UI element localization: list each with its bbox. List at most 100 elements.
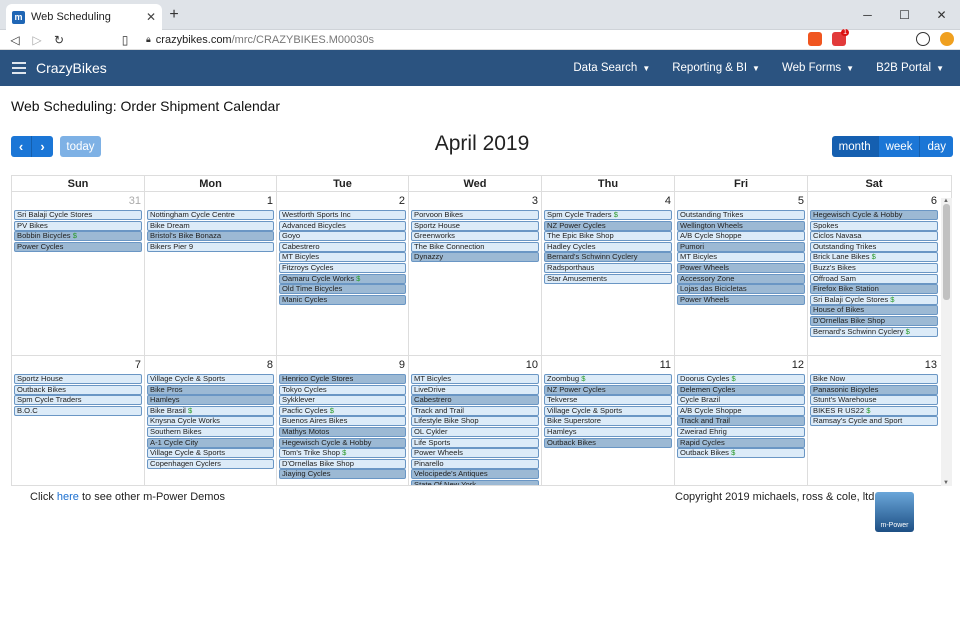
calendar-event[interactable]: Star Amusements — [544, 273, 672, 284]
day-cell[interactable]: 9 Henrico Cycle Stores Tokyo Cycles Sykklev… — [277, 356, 409, 485]
calendar-event[interactable]: Hamleys — [147, 395, 274, 406]
calendar-event[interactable]: B.O.C — [14, 405, 142, 416]
calendar-event[interactable]: Delemen Cycles — [677, 384, 805, 395]
calendar-event[interactable]: Zoombug $ — [544, 374, 672, 384]
calendar-event[interactable]: NZ Power Cycles — [544, 220, 672, 231]
next-month-button[interactable]: › — [32, 136, 53, 157]
calendar-event[interactable]: Fitzroys Cycles — [279, 262, 406, 273]
calendar-event[interactable]: A-1 Cycle City — [147, 437, 274, 448]
calendar-event[interactable]: Stunt's Warehouse — [810, 395, 938, 406]
day-number[interactable]: 7 — [135, 359, 141, 371]
calendar-event[interactable]: Sri Balaji Cycle Stores $ — [810, 294, 938, 305]
browser-tab[interactable]: m Web Scheduling ✕ — [6, 4, 162, 30]
calendar-event[interactable]: Rapid Cycles — [677, 437, 805, 448]
calendar-event[interactable]: Porvoon Bikes — [411, 210, 539, 220]
calendar-event[interactable]: Doorus Cycles $ — [677, 374, 805, 384]
profile-icon[interactable] — [916, 32, 930, 46]
calendar-event[interactable]: Bike Dream — [147, 220, 274, 231]
hamburger-menu-icon[interactable] — [12, 62, 26, 74]
calendar-event[interactable]: Outstanding Trikes — [677, 210, 805, 220]
calendar-event[interactable]: Bike Now — [810, 374, 938, 384]
today-button[interactable]: today — [60, 136, 101, 157]
calendar-event[interactable]: Bernard's Schwinn Cyclery — [544, 252, 672, 263]
calendar-event[interactable]: Firefox Bike Station — [810, 284, 938, 295]
calendar-event[interactable]: Village Cycle & Sports — [544, 405, 672, 416]
view-week-button[interactable]: week — [878, 136, 921, 157]
calendar-event[interactable]: MT Bicyles — [677, 252, 805, 263]
calendar-event[interactable]: D'Ornellas Bike Shop — [810, 315, 938, 326]
day-number[interactable]: 4 — [665, 195, 671, 207]
calendar-event[interactable]: Buenos Aires Bikes — [279, 416, 406, 427]
calendar-event[interactable]: OL Cykler — [411, 426, 539, 437]
calendar-event[interactable]: Mathys Motos — [279, 426, 406, 437]
day-number[interactable]: 6 — [931, 195, 937, 207]
scrollbar-thumb[interactable] — [943, 204, 950, 300]
calendar-event[interactable]: Cabestrero — [411, 395, 539, 406]
calendar-event[interactable]: MT Bicyles — [411, 374, 539, 384]
calendar-event[interactable]: Outback Bikes — [544, 437, 672, 448]
day-number[interactable]: 31 — [129, 195, 141, 207]
calendar-event[interactable]: Accessory Zone — [677, 273, 805, 284]
day-cell[interactable]: 10 MT Bicyles LiveDrive Cabestrero Track and… — [409, 356, 542, 485]
calendar-event[interactable]: Hegewisch Cycle & Hobby — [810, 210, 938, 220]
calendar-event[interactable]: Sri Balaji Cycle Stores — [14, 210, 142, 220]
window-maximize-icon[interactable]: ☐ — [886, 0, 923, 30]
calendar-scrollbar[interactable]: ▲ ▼ — [941, 198, 952, 486]
calendar-event[interactable]: Ciclos Navasa — [810, 231, 938, 242]
day-cell[interactable]: 6 Hegewisch Cycle & Hobby Spokes Ciclos Nav… — [808, 192, 940, 355]
calendar-event[interactable]: The Bike Connection — [411, 241, 539, 252]
calendar-event[interactable]: Wellington Wheels — [677, 220, 805, 231]
calendar-event[interactable]: Track and Trail — [677, 416, 805, 427]
calendar-event[interactable]: Spm Cycle Traders — [14, 395, 142, 406]
calendar-event[interactable]: Ramsay's Cycle and Sport — [810, 416, 938, 427]
calendar-event[interactable]: Panasonic Bicycles — [810, 384, 938, 395]
calendar-event[interactable]: Jiaying Cycles — [279, 469, 406, 480]
calendar-event[interactable]: Buzz's Bikes — [810, 262, 938, 273]
calendar-event[interactable]: Village Cycle & Sports — [147, 448, 274, 459]
calendar-event[interactable]: Lojas das Bicicletas — [677, 284, 805, 295]
calendar-event[interactable]: Tokyo Cycles — [279, 384, 406, 395]
calendar-event[interactable]: Copenhagen Cyclers — [147, 458, 274, 469]
calendar-event[interactable]: Hegewisch Cycle & Hobby — [279, 437, 406, 448]
calendar-event[interactable]: Goyo — [279, 231, 406, 242]
day-number[interactable]: 9 — [399, 359, 405, 371]
demos-link[interactable]: here — [57, 491, 79, 503]
day-number[interactable]: 13 — [925, 359, 937, 371]
reload-icon[interactable]: ↻ — [48, 33, 70, 47]
calendar-event[interactable]: Bike Brasil $ — [147, 405, 274, 416]
menu-b2b-portal[interactable]: B2B Portal ▼ — [876, 62, 944, 74]
calendar-event[interactable]: LiveDrive — [411, 384, 539, 395]
forward-icon[interactable]: ▷ — [26, 33, 48, 47]
calendar-event[interactable]: Bobbin Bicycles $ — [14, 231, 142, 242]
scroll-down-icon[interactable]: ▼ — [943, 480, 949, 486]
view-day-button[interactable]: day — [920, 136, 953, 157]
calendar-event[interactable]: Bernard's Schwinn Cyclery $ — [810, 326, 938, 337]
window-minimize-icon[interactable]: ─ — [849, 0, 886, 30]
calendar-event[interactable]: Power Cycles — [14, 241, 142, 252]
calendar-event[interactable]: Cycle Brazil — [677, 395, 805, 406]
update-alert-icon[interactable] — [940, 32, 954, 46]
calendar-event[interactable]: Hamleys — [544, 426, 672, 437]
day-number[interactable]: 5 — [798, 195, 804, 207]
menu-data-search[interactable]: Data Search ▼ — [573, 62, 650, 74]
calendar-event[interactable]: Offroad Sam — [810, 273, 938, 284]
calendar-event[interactable]: Nottingham Cycle Centre — [147, 210, 274, 220]
day-number[interactable]: 8 — [267, 359, 273, 371]
day-number[interactable]: 1 — [267, 195, 273, 207]
url-field[interactable]: 🔒︎ crazybikes.com/mrc/CRAZYBIKES.M00030s — [146, 34, 374, 46]
day-number[interactable]: 12 — [792, 359, 804, 371]
calendar-event[interactable]: Tom's Trike Shop $ — [279, 448, 406, 459]
calendar-event[interactable]: MT Bicyles — [279, 252, 406, 263]
day-cell[interactable]: 11 Zoombug $ NZ Power Cycles Tekverse Villag… — [542, 356, 675, 485]
calendar-event[interactable]: NZ Power Cycles — [544, 384, 672, 395]
calendar-event[interactable]: Hadley Cycles — [544, 241, 672, 252]
calendar-event[interactable]: Outback Bikes $ — [677, 448, 805, 459]
calendar-event[interactable]: Outstanding Trikes — [810, 241, 938, 252]
calendar-event[interactable]: D'Ornellas Bike Shop — [279, 458, 406, 469]
calendar-event[interactable]: Knysna Cycle Works — [147, 416, 274, 427]
calendar-event[interactable]: Brick Lane Bikes $ — [810, 252, 938, 263]
tab-close-icon[interactable]: ✕ — [146, 10, 156, 24]
calendar-event[interactable]: BIKES R US22 $ — [810, 405, 938, 416]
calendar-event[interactable]: Bike Superstore — [544, 416, 672, 427]
calendar-event[interactable]: Village Cycle & Sports — [147, 374, 274, 384]
